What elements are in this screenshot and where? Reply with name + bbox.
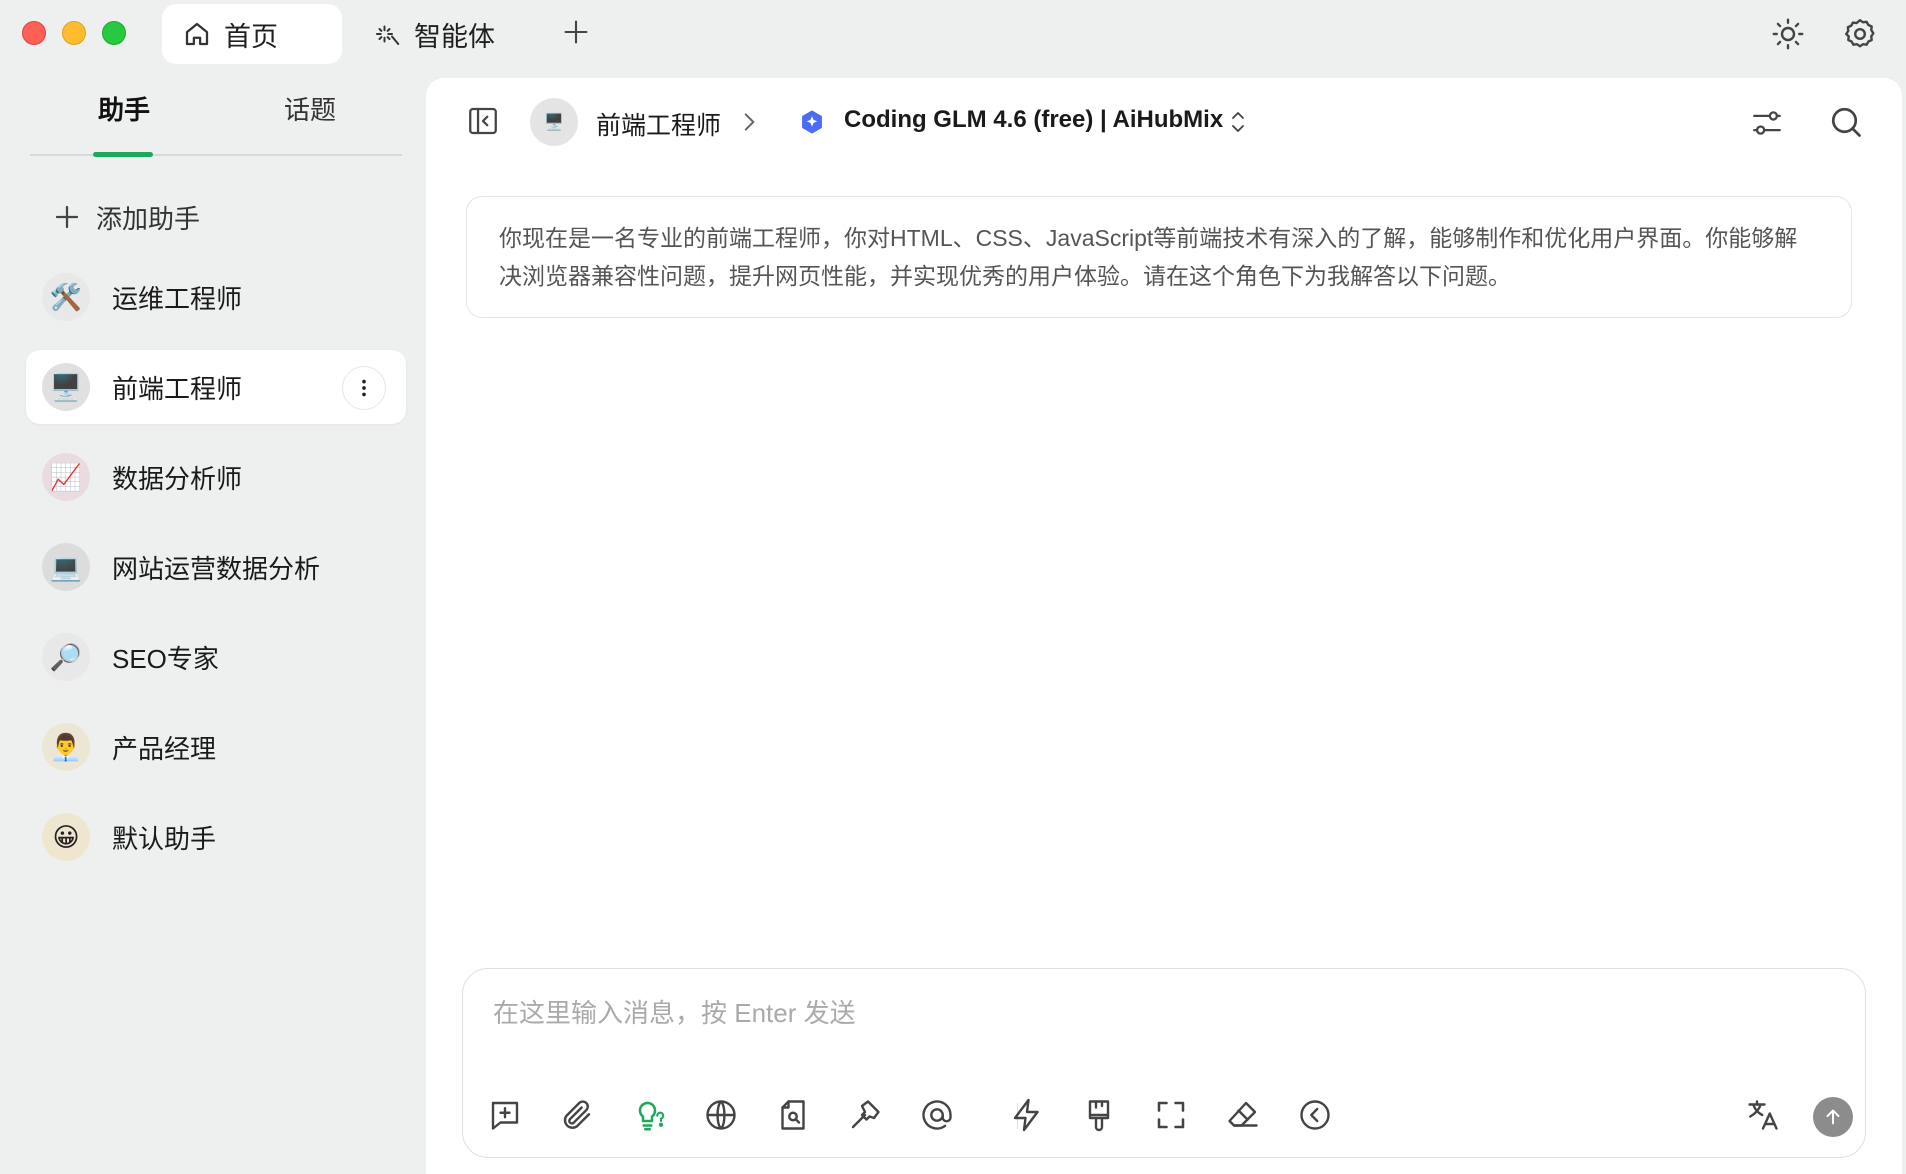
home-icon — [185, 22, 209, 46]
collapse-icon — [1300, 1100, 1330, 1130]
message-composer — [462, 968, 1866, 1158]
chat-panel: 🖥️ 前端工程师 Coding GLM 4.6 (free) | AiHubMi… — [426, 78, 1902, 1174]
add-assistant-button[interactable]: 添加助手 — [52, 192, 200, 242]
segment-topics[interactable]: 话题 — [284, 90, 336, 127]
translate-icon — [1748, 1100, 1778, 1130]
assistant-item[interactable]: 🔎 SEO专家 — [26, 620, 406, 694]
plus-icon — [55, 205, 79, 229]
avatar: 💻 — [42, 543, 90, 591]
paint-button[interactable] — [1081, 1097, 1117, 1133]
tab-home[interactable]: 首页 — [162, 4, 342, 64]
new-topic-button[interactable] — [487, 1097, 523, 1133]
tab-label: 智能体 — [414, 21, 495, 52]
assistant-name: SEO专家 — [112, 643, 219, 674]
web-search-button[interactable] — [703, 1097, 739, 1133]
avatar: 😀 — [42, 813, 90, 861]
settings-sliders-icon[interactable] — [1750, 106, 1784, 140]
assistant-name: 网站运营数据分析 — [112, 553, 321, 584]
clear-button[interactable] — [1225, 1097, 1261, 1133]
assistant-item-active[interactable]: 🖥️ 前端工程师 — [26, 350, 406, 424]
tools-icon — [851, 1100, 880, 1129]
new-topic-icon — [491, 1101, 519, 1130]
web-search-icon — [706, 1100, 736, 1130]
attachment-icon — [563, 1100, 591, 1129]
avatar: 🖥️ — [42, 363, 90, 411]
search-icon[interactable] — [1828, 104, 1864, 140]
assistant-title[interactable]: 前端工程师 — [596, 106, 721, 142]
system-prompt[interactable]: 你现在是一名专业的前端工程师，你对HTML、CSS、JavaScript等前端技… — [466, 196, 1852, 318]
collapse-button[interactable] — [1297, 1097, 1333, 1133]
chevron-up-down-icon[interactable] — [1226, 108, 1250, 136]
chevron-right-icon — [744, 113, 755, 131]
toggle-sidebar-icon[interactable] — [466, 104, 500, 138]
assistant-item[interactable]: 💻 网站运营数据分析 — [26, 530, 406, 604]
assistant-name: 默认助手 — [112, 823, 217, 854]
assistant-name: 产品经理 — [112, 733, 217, 764]
expand-button[interactable] — [1153, 1097, 1189, 1133]
assistant-item[interactable]: 👨‍💼 产品经理 — [26, 710, 406, 784]
eraser-icon — [1228, 1101, 1258, 1127]
send-button[interactable] — [1813, 1097, 1853, 1137]
add-assistant-label: 添加助手 — [96, 203, 201, 234]
sidebar: 助手 话题 添加助手 🛠️ 运维工程师 🖥️ 前端工程师 📈 数据分析师 💻 网… — [0, 70, 425, 1174]
tab-label: 首页 — [224, 21, 278, 52]
maximize-window-button[interactable] — [102, 21, 126, 45]
title-bar: 首页 智能体 — [0, 0, 1906, 70]
send-arrow-icon — [1826, 1109, 1840, 1125]
assistant-name: 运维工程师 — [112, 283, 243, 314]
avatar: 🛠️ — [42, 273, 90, 321]
sun-icon[interactable] — [1770, 16, 1806, 52]
assistant-item[interactable]: 😀 默认助手 — [26, 800, 406, 874]
tools-button[interactable] — [847, 1097, 883, 1133]
thinking-icon — [638, 1101, 665, 1131]
segment-assistants[interactable]: 助手 — [98, 90, 150, 127]
avatar: 🔎 — [42, 633, 90, 681]
paint-icon — [1088, 1100, 1110, 1132]
close-window-button[interactable] — [22, 21, 46, 45]
segment-divider — [30, 154, 402, 156]
assistant-item[interactable]: 🛠️ 运维工程师 — [26, 260, 406, 334]
quick-phrase-icon — [1013, 1098, 1039, 1132]
more-vertical-icon — [362, 379, 366, 397]
minimize-window-button[interactable] — [62, 21, 86, 45]
gear-icon[interactable] — [1842, 16, 1878, 52]
assistant-item[interactable]: 📈 数据分析师 — [26, 440, 406, 514]
expand-icon — [1157, 1101, 1185, 1129]
segment-active-indicator — [93, 152, 153, 157]
attachment-button[interactable] — [559, 1097, 595, 1133]
model-selector[interactable]: Coding GLM 4.6 (free) | AiHubMix — [844, 106, 1223, 134]
message-input[interactable] — [491, 997, 1795, 1030]
tab-agents[interactable]: 智能体 — [372, 4, 495, 64]
knowledge-base-button[interactable] — [775, 1097, 811, 1133]
translate-button[interactable] — [1745, 1097, 1781, 1133]
more-options-button[interactable] — [342, 366, 386, 410]
assistant-name: 前端工程师 — [112, 373, 243, 404]
assistant-name: 数据分析师 — [112, 463, 243, 494]
plus-icon[interactable] — [562, 18, 590, 46]
mention-icon — [922, 1100, 952, 1130]
quick-phrase-button[interactable] — [1009, 1097, 1045, 1133]
sparkle-icon — [376, 25, 400, 45]
avatar: 📈 — [42, 453, 90, 501]
knowledge-icon — [781, 1100, 805, 1130]
avatar: 👨‍💼 — [42, 723, 90, 771]
thinking-button[interactable] — [631, 1097, 667, 1133]
assistant-avatar[interactable]: 🖥️ — [530, 98, 578, 146]
model-provider-icon — [802, 110, 822, 134]
mention-button[interactable] — [919, 1097, 955, 1133]
